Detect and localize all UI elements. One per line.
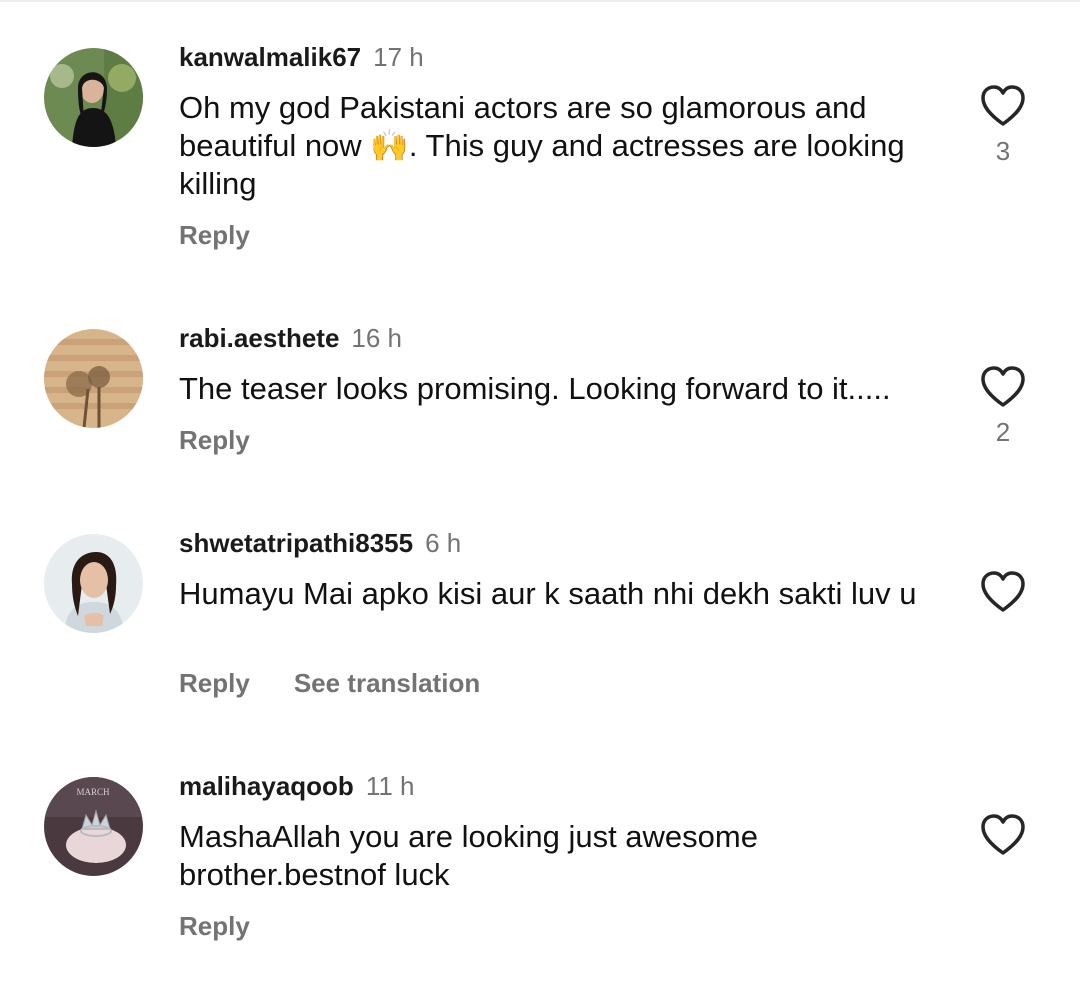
username[interactable]: kanwalmalik67 bbox=[179, 42, 361, 72]
comment-actions: Reply See translation bbox=[179, 668, 480, 698]
like-control bbox=[977, 813, 1029, 865]
timestamp: 16 h bbox=[351, 323, 403, 353]
timestamp: 17 h bbox=[373, 42, 424, 72]
reply-button[interactable]: Reply bbox=[179, 911, 250, 941]
avatar[interactable] bbox=[44, 534, 143, 633]
avatar[interactable] bbox=[44, 48, 143, 147]
username[interactable]: malihayaqoob bbox=[179, 771, 354, 801]
avatar-woman-plants-icon bbox=[44, 48, 143, 147]
comment-meta: shwetatripathi8355 6 h bbox=[179, 528, 461, 558]
heart-icon[interactable] bbox=[979, 570, 1027, 614]
comment-meta: malihayaqoob 11 h bbox=[179, 771, 415, 801]
avatar-text: MARCH bbox=[76, 787, 110, 797]
like-control bbox=[977, 570, 1029, 622]
avatar[interactable] bbox=[44, 329, 143, 428]
avatar-flowers-shadow-icon bbox=[44, 329, 143, 428]
username[interactable]: shwetatripathi8355 bbox=[179, 528, 413, 558]
username[interactable]: rabi.aesthete bbox=[179, 323, 339, 353]
comment-actions: Reply bbox=[179, 220, 250, 250]
avatar-woman-portrait-icon bbox=[44, 534, 143, 633]
see-translation-button[interactable]: See translation bbox=[294, 668, 480, 698]
comment-meta: kanwalmalik67 17 h bbox=[179, 42, 424, 72]
avatar-crown-ring-icon: MARCH bbox=[44, 777, 143, 876]
comment-meta: rabi.aesthete 16 h bbox=[179, 323, 402, 353]
like-control: 3 bbox=[977, 84, 1029, 167]
timestamp: 6 h bbox=[425, 528, 462, 558]
reply-button[interactable]: Reply bbox=[179, 425, 250, 455]
comment-text: Oh my god Pakistani actors are so glamor… bbox=[179, 90, 905, 201]
avatar[interactable]: MARCH bbox=[44, 777, 143, 876]
comment-actions: Reply bbox=[179, 911, 250, 941]
comment-text: Humayu Mai apko kisi aur k saath nhi dek… bbox=[179, 576, 917, 611]
top-divider bbox=[0, 0, 1080, 2]
heart-icon[interactable] bbox=[979, 84, 1027, 128]
like-control: 2 bbox=[977, 365, 1029, 448]
like-count: 3 bbox=[995, 136, 1011, 166]
heart-icon[interactable] bbox=[979, 813, 1027, 857]
reply-button[interactable]: Reply bbox=[179, 220, 250, 250]
timestamp: 11 h bbox=[365, 771, 415, 801]
comment-actions: Reply bbox=[179, 425, 250, 455]
like-count: 2 bbox=[995, 417, 1011, 447]
reply-button[interactable]: Reply bbox=[179, 668, 250, 698]
comment-text: The teaser looks promising. Looking forw… bbox=[179, 371, 891, 406]
comment-text: MashaAllah you are looking just awesome … bbox=[179, 819, 758, 892]
heart-icon[interactable] bbox=[979, 365, 1027, 409]
